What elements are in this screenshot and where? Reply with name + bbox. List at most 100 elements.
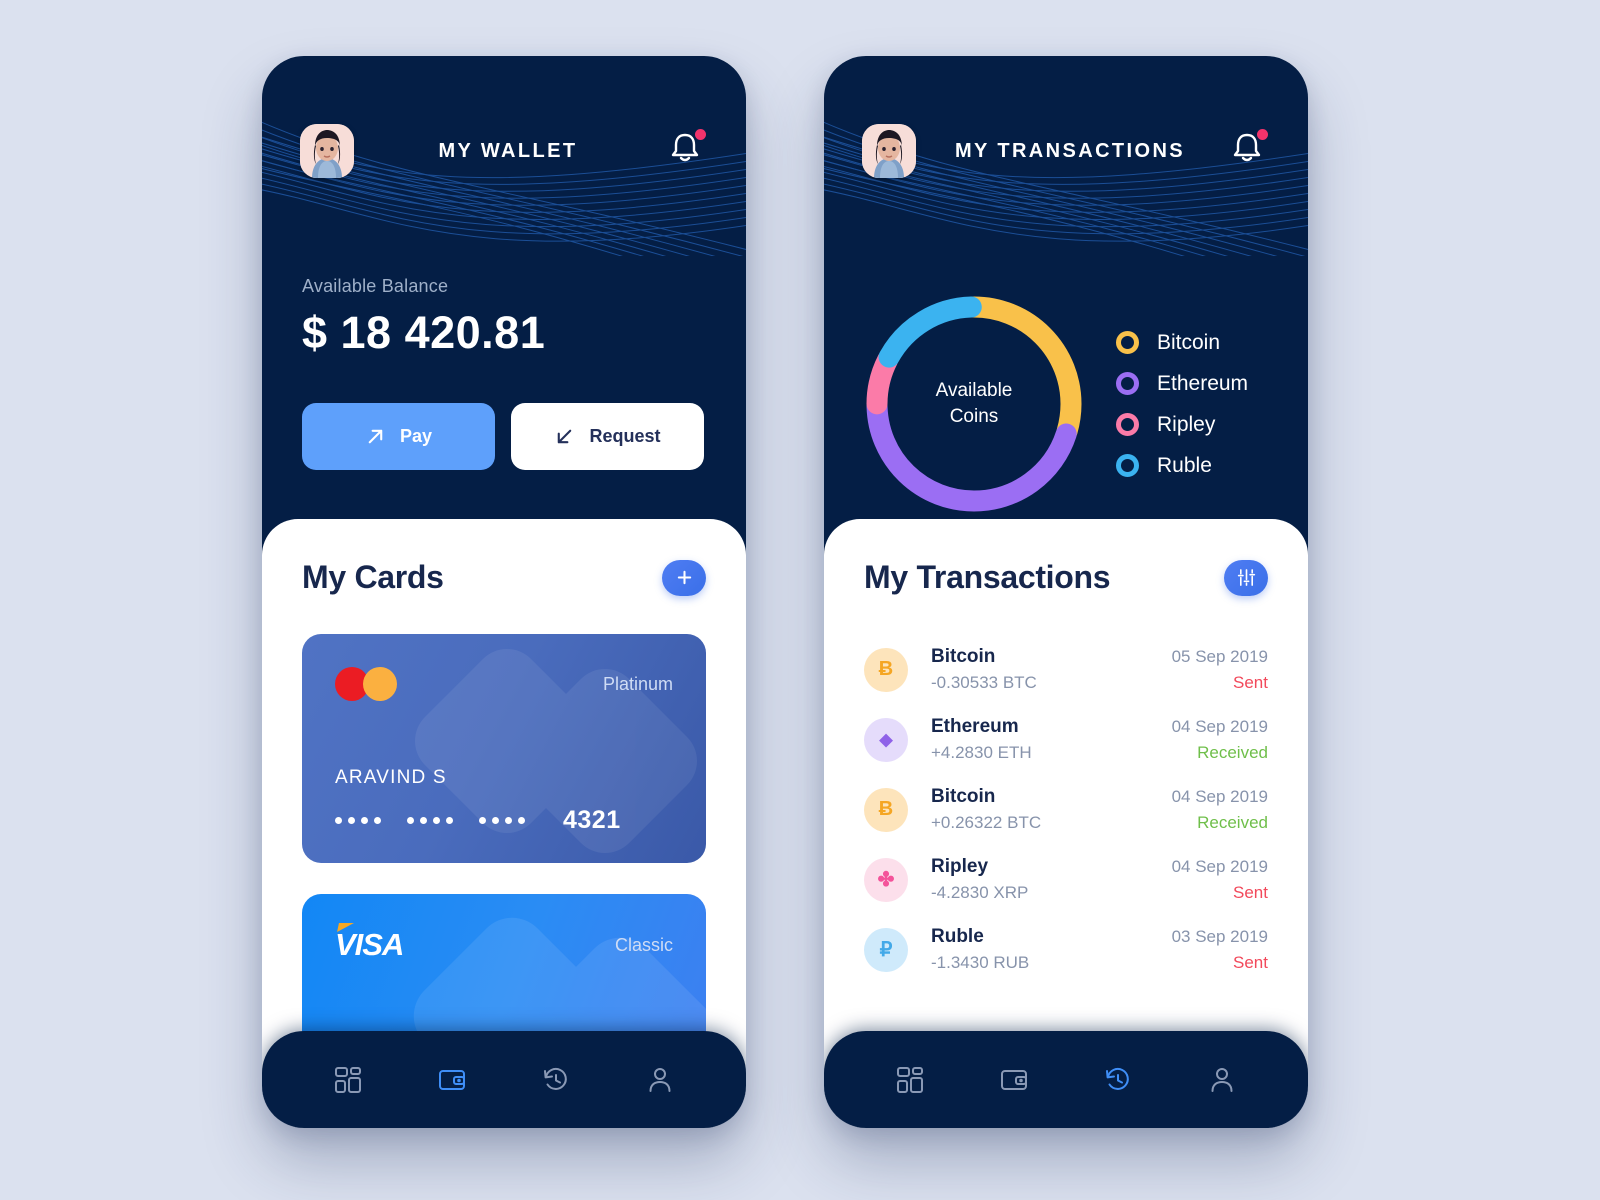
card-number: 4321	[335, 806, 673, 835]
transaction-coin-name: Ripley	[931, 856, 989, 877]
card-last-four: 4321	[563, 806, 621, 834]
transaction-meta: 04 Sep 2019 Received	[1172, 787, 1268, 833]
card-top-row: VISA Classic	[335, 923, 673, 963]
available-coins-chart: Available Coins Bitcoin Ethereum Ripley Rub…	[824, 256, 1308, 512]
balance-amount: $ 18 420.81	[302, 307, 546, 358]
wallet-icon	[439, 1069, 465, 1090]
transaction-meta: 04 Sep 2019 Received	[1172, 717, 1268, 763]
transaction-row[interactable]: Ƀ Bitcoin -0.30533 BTC 05 Sep 2019 Sent	[864, 634, 1268, 704]
transactions-screen: MY TRANSACTIONS Available Coins Bitcoin …	[824, 56, 1308, 1128]
avatar[interactable]	[862, 124, 916, 178]
history-icon	[544, 1067, 567, 1090]
avatar-portrait-icon	[300, 124, 354, 178]
legend-item-ethereum[interactable]: Ethereum	[1116, 372, 1248, 396]
my-cards-header: My Cards	[302, 559, 706, 596]
legend-color-dot	[1116, 372, 1139, 395]
visa-logo-text: VISA	[335, 927, 404, 962]
section-title: My Transactions	[864, 559, 1111, 595]
request-button-label: Request	[589, 426, 661, 446]
chart-legend: Bitcoin Ethereum Ripley Ruble	[1116, 331, 1248, 478]
transaction-status: Sent	[1233, 882, 1268, 902]
btc-icon: Ƀ	[864, 647, 908, 692]
eth-icon: ◆	[864, 717, 908, 762]
transaction-date: 03 Sep 2019	[1171, 926, 1268, 946]
legend-label: Ruble	[1157, 453, 1212, 477]
transaction-coin-name: Bitcoin	[931, 786, 996, 807]
card-bottom-row: ARAVIND S 4321	[335, 767, 673, 835]
add-card-button[interactable]	[662, 559, 706, 596]
nav-profile[interactable]	[1194, 1052, 1250, 1108]
card-item[interactable]: Platinum ARAVIND S 4321	[302, 634, 706, 863]
transaction-details: Ripley -4.2830 XRP	[931, 856, 1172, 903]
masked-digits-group	[407, 817, 453, 824]
notifications-button[interactable]	[668, 129, 708, 173]
my-transactions-header: My Transactions	[864, 559, 1268, 596]
legend-label: Ethereum	[1157, 371, 1249, 395]
request-button[interactable]: Request	[511, 403, 704, 470]
nav-wallet[interactable]	[424, 1052, 480, 1108]
masked-digits-group	[479, 817, 525, 824]
transaction-status: Sent	[1233, 672, 1268, 692]
legend-color-dot	[1116, 454, 1139, 477]
legend-color-dot	[1116, 331, 1139, 354]
dashboard-icon	[897, 1066, 923, 1093]
nav-history[interactable]	[528, 1052, 584, 1108]
transaction-coin-name: Bitcoin	[931, 646, 996, 667]
action-buttons: Pay Request	[302, 403, 706, 470]
avatar-portrait-icon	[862, 124, 916, 178]
visa-tick-decoration	[337, 923, 354, 932]
wallet-header: MY WALLET	[262, 56, 746, 256]
nav-profile[interactable]	[632, 1052, 688, 1108]
legend-item-bitcoin[interactable]: Bitcoin	[1116, 331, 1248, 355]
pay-button[interactable]: Pay	[302, 403, 495, 470]
transaction-date: 04 Sep 2019	[1171, 716, 1268, 736]
legend-item-ruble[interactable]: Ruble	[1116, 454, 1248, 478]
filter-button[interactable]	[1224, 559, 1268, 596]
arrow-up-right-icon	[368, 429, 383, 444]
card-tier: Platinum	[602, 673, 673, 694]
wallet-screen: MY WALLET Available Balance $ 18 420.81	[262, 56, 746, 1128]
avatar[interactable]	[300, 124, 354, 178]
notifications-button[interactable]	[1230, 129, 1270, 173]
masked-digits-group	[335, 817, 381, 824]
donut-center-label: Available Coins	[866, 296, 1082, 512]
page-title: MY TRANSACTIONS	[954, 139, 1186, 162]
screenshot-canvas: MY WALLET Available Balance $ 18 420.81	[0, 0, 1600, 1200]
transaction-row[interactable]: Ƀ Bitcoin +0.26322 BTC 04 Sep 2019 Received	[864, 774, 1268, 844]
transaction-row[interactable]: ₽ Ruble -1.3430 RUB 03 Sep 2019 Sent	[864, 914, 1268, 984]
transaction-details: Ruble -1.3430 RUB	[931, 926, 1172, 973]
transactions-list: Ƀ Bitcoin -0.30533 BTC 05 Sep 2019 Sent ◆ Ethe…	[864, 634, 1268, 984]
pay-button-label: Pay	[399, 426, 433, 446]
transaction-meta: 04 Sep 2019 Sent	[1172, 857, 1268, 903]
transaction-meta: 03 Sep 2019 Sent	[1172, 927, 1268, 973]
profile-icon	[1211, 1067, 1233, 1092]
arrow-down-left-icon	[558, 429, 572, 444]
notification-badge	[1257, 129, 1268, 140]
transaction-details: Ethereum +4.2830 ETH	[931, 716, 1172, 763]
nav-history[interactable]	[1090, 1052, 1146, 1108]
balance-section: Available Balance $ 18 420.81 Pay Reques…	[262, 256, 746, 470]
history-icon	[1106, 1067, 1129, 1090]
legend-item-ripley[interactable]: Ripley	[1116, 413, 1248, 437]
legend-color-dot	[1116, 413, 1139, 436]
nav-dashboard[interactable]	[320, 1052, 376, 1108]
transaction-status: Received	[1197, 742, 1268, 762]
notification-badge	[695, 129, 706, 140]
page-title: MY WALLET	[438, 139, 578, 162]
transaction-row[interactable]: ◆ Ethereum +4.2830 ETH 04 Sep 2019 Received	[864, 704, 1268, 774]
transaction-details: Bitcoin -0.30533 BTC	[931, 646, 1172, 693]
transaction-amount: -4.2830 XRP	[931, 883, 1029, 902]
transaction-date: 04 Sep 2019	[1171, 856, 1268, 876]
transaction-amount: +0.26322 BTC	[931, 813, 1042, 832]
nav-wallet[interactable]	[986, 1052, 1042, 1108]
transaction-date: 05 Sep 2019	[1171, 646, 1268, 666]
visa-logo-icon: VISA	[335, 923, 404, 963]
donut-center-line1: Available	[935, 380, 1013, 402]
transaction-row[interactable]: ✤ Ripley -4.2830 XRP 04 Sep 2019 Sent	[864, 844, 1268, 914]
nav-dashboard[interactable]	[882, 1052, 938, 1108]
legend-label: Bitcoin	[1157, 330, 1221, 354]
card-holder-name: ARAVIND S	[335, 767, 447, 788]
section-title: My Cards	[302, 559, 444, 595]
transaction-meta: 05 Sep 2019 Sent	[1172, 647, 1268, 693]
mastercard-logo-icon	[335, 667, 397, 701]
